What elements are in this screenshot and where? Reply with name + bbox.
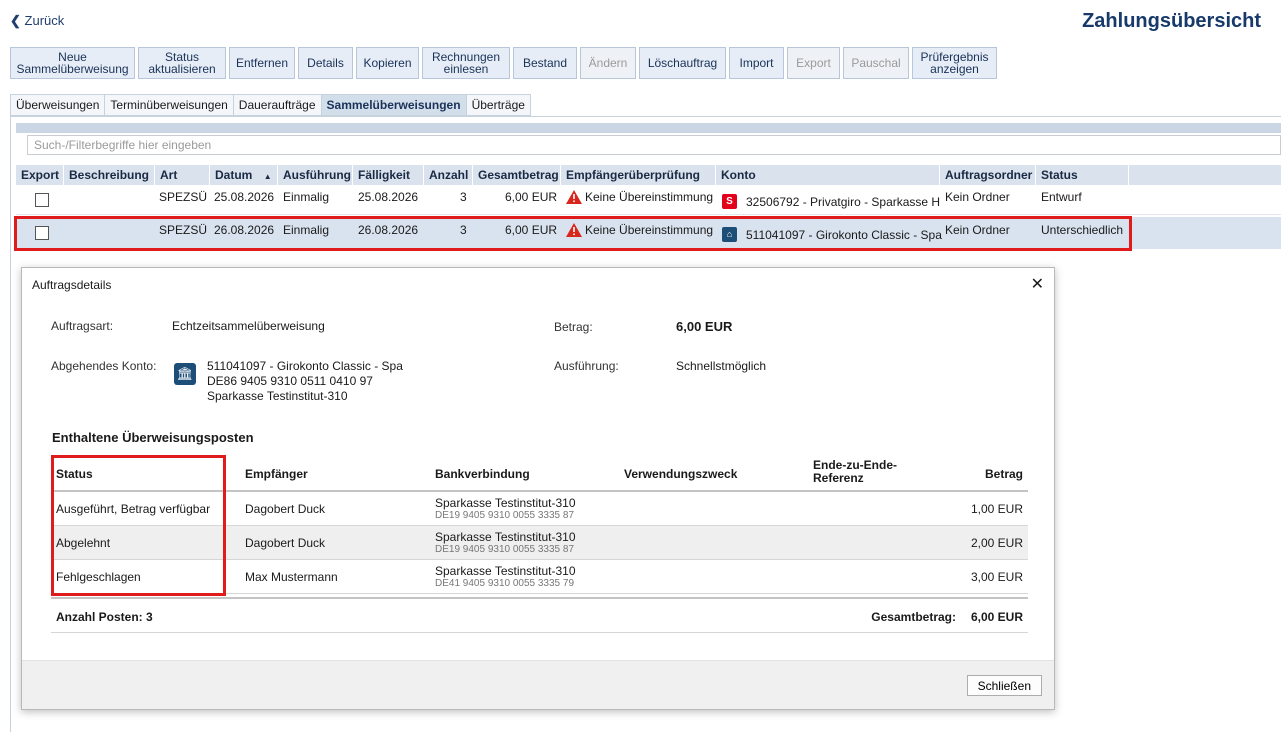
- inventory-button[interactable]: Bestand: [513, 47, 577, 79]
- export-checkbox[interactable]: [35, 193, 49, 207]
- col-export[interactable]: Export: [16, 165, 64, 185]
- item-amount: 3,00 EUR: [970, 570, 1023, 584]
- col-folder[interactable]: Auftragsordner: [940, 165, 1036, 185]
- outgoing-account-label: Abgehendes Konto:: [51, 359, 157, 373]
- col-item-amount: Betrag: [984, 467, 1023, 481]
- delete-order-button[interactable]: Löschauftrag: [639, 47, 726, 79]
- total-value: 6,00 EUR: [970, 610, 1023, 624]
- item-iban: DE19 9405 9310 0055 3335 87: [435, 544, 575, 555]
- order-type-value: Echtzeitsammelüberweisung: [172, 319, 325, 333]
- bank-icon: 🏛: [174, 363, 196, 385]
- row-highlight-box: [14, 216, 1132, 251]
- close-icon[interactable]: ✕: [1031, 274, 1044, 294]
- details-button[interactable]: Details: [298, 47, 353, 79]
- col-item-bank: Bankverbindung: [435, 467, 530, 481]
- col-count[interactable]: Anzahl: [424, 165, 473, 185]
- total-label: Gesamtbetrag:: [871, 610, 956, 624]
- item-bank: Sparkasse Testinstitut-310: [435, 496, 576, 510]
- execution-value: Schnellstmöglich: [676, 359, 767, 373]
- item-recipient: Dagobert Duck: [245, 536, 326, 550]
- tab-transfers[interactable]: Überweisungen: [10, 94, 105, 116]
- col-account[interactable]: Konto: [716, 165, 940, 185]
- items-table-footer: Anzahl Posten: 3 Gesamtbetrag: 6,00 EUR: [51, 597, 1028, 633]
- item-amount: 2,00 EUR: [970, 536, 1023, 550]
- cell-execution: Einmalig: [283, 190, 330, 204]
- tab-scheduled-transfers[interactable]: Terminüberweisungen: [104, 94, 233, 116]
- account-name: 511041097 - Girokonto Classic - Spa: [207, 359, 403, 373]
- page-title: Zahlungsübersicht: [1082, 10, 1261, 32]
- close-button[interactable]: Schließen: [966, 675, 1042, 696]
- col-item-reference-line1: Ende-zu-Ende-: [813, 458, 897, 472]
- col-item-reference-line2: Referenz: [813, 471, 864, 485]
- item-bank: Sparkasse Testinstitut-310: [435, 564, 576, 578]
- back-link[interactable]: ❮ Zurück: [10, 13, 64, 29]
- grid-header-band: [16, 123, 1281, 133]
- dialog-title: Auftragsdetails: [32, 278, 112, 292]
- cell-total: 6,00 EUR: [505, 190, 558, 204]
- col-description[interactable]: Beschreibung: [64, 165, 155, 185]
- item-count: Anzahl Posten: 3: [56, 610, 153, 624]
- search-filter-input[interactable]: [27, 135, 1281, 155]
- edit-button[interactable]: Ändern: [580, 47, 636, 79]
- back-label: Zurück: [24, 13, 65, 28]
- sort-ascending-icon: ▲: [263, 172, 272, 181]
- col-type[interactable]: Art: [155, 165, 210, 185]
- warning-icon: [566, 190, 582, 204]
- refresh-status-button[interactable]: Status aktualisieren: [138, 47, 226, 79]
- tab-standing-orders[interactable]: Daueraufträge: [232, 94, 321, 116]
- execution-label: Ausführung:: [554, 359, 619, 373]
- sparkasse-icon: S: [722, 194, 737, 209]
- col-item-recipient: Empfänger: [245, 467, 308, 481]
- chevron-left-icon: ❮: [10, 13, 21, 28]
- import-button[interactable]: Import: [729, 47, 784, 79]
- cell-status: Entwurf: [1041, 190, 1082, 204]
- col-total[interactable]: Gesamtbetrag: [473, 165, 561, 185]
- status-highlight-box: [51, 455, 226, 596]
- amount-label: Betrag:: [554, 320, 593, 334]
- section-title: Enthaltene Überweisungsposten: [52, 430, 254, 445]
- order-details-dialog: Auftragsdetails ✕ Auftragsart: Echtzeits…: [21, 267, 1055, 710]
- dialog-footer: Schließen: [22, 660, 1054, 709]
- order-type-label: Auftragsart:: [51, 319, 114, 333]
- item-amount: 1,00 EUR: [970, 502, 1023, 516]
- col-item-purpose: Verwendungszweck: [624, 467, 738, 481]
- cell-folder: Kein Ordner: [945, 190, 1010, 204]
- cell-account: 32506792 - Privatgiro - Sparkasse H: [746, 195, 941, 209]
- col-due-date[interactable]: Fälligkeit: [353, 165, 424, 185]
- item-recipient: Dagobert Duck: [245, 502, 326, 516]
- cell-due-date: 25.08.2026: [358, 190, 419, 204]
- col-execution[interactable]: Ausführung: [278, 165, 353, 185]
- export-button[interactable]: Export: [787, 47, 840, 79]
- cell-count: 3: [460, 190, 467, 204]
- item-iban: DE41 9405 9310 0055 3335 79: [435, 578, 575, 589]
- tab-bar: Überweisungen Terminüberweisungen Dauera…: [10, 94, 531, 116]
- col-recipient-check[interactable]: Empfängerüberprüfung: [561, 165, 716, 185]
- item-recipient: Max Mustermann: [245, 570, 338, 584]
- amount-value: 6,00 EUR: [676, 319, 733, 334]
- tab-account-transfers[interactable]: Überträge: [465, 94, 531, 116]
- cell-date: 25.08.2026: [214, 190, 275, 204]
- flat-rate-button[interactable]: Pauschal: [843, 47, 909, 79]
- account-iban: DE86 9405 9310 0511 0410 97: [207, 374, 373, 388]
- cell-recipient-check: Keine Übereinstimmung: [585, 190, 714, 204]
- toolbar: Neue Sammelüberweisung Status aktualisie…: [10, 47, 997, 79]
- new-batch-transfer-button[interactable]: Neue Sammelüberweisung: [10, 47, 135, 79]
- show-check-result-button[interactable]: Prüfergebnis anzeigen: [912, 47, 997, 79]
- remove-button[interactable]: Entfernen: [229, 47, 295, 79]
- cell-type: SPEZSÜ: [159, 190, 208, 204]
- import-invoices-button[interactable]: Rechnungen einlesen: [422, 47, 510, 79]
- col-date[interactable]: Datum ▲: [210, 165, 278, 185]
- item-iban: DE19 9405 9310 0055 3335 87: [435, 510, 575, 521]
- col-date-label: Datum: [215, 168, 253, 182]
- item-bank: Sparkasse Testinstitut-310: [435, 530, 576, 544]
- payment-overview-page: ❮ Zurück Zahlungsübersicht Neue Sammelüb…: [0, 0, 1281, 732]
- account-bank: Sparkasse Testinstitut-310: [207, 389, 348, 403]
- copy-button[interactable]: Kopieren: [356, 47, 419, 79]
- col-status[interactable]: Status: [1036, 165, 1129, 185]
- tab-batch-transfers[interactable]: Sammelüberweisungen: [320, 94, 466, 116]
